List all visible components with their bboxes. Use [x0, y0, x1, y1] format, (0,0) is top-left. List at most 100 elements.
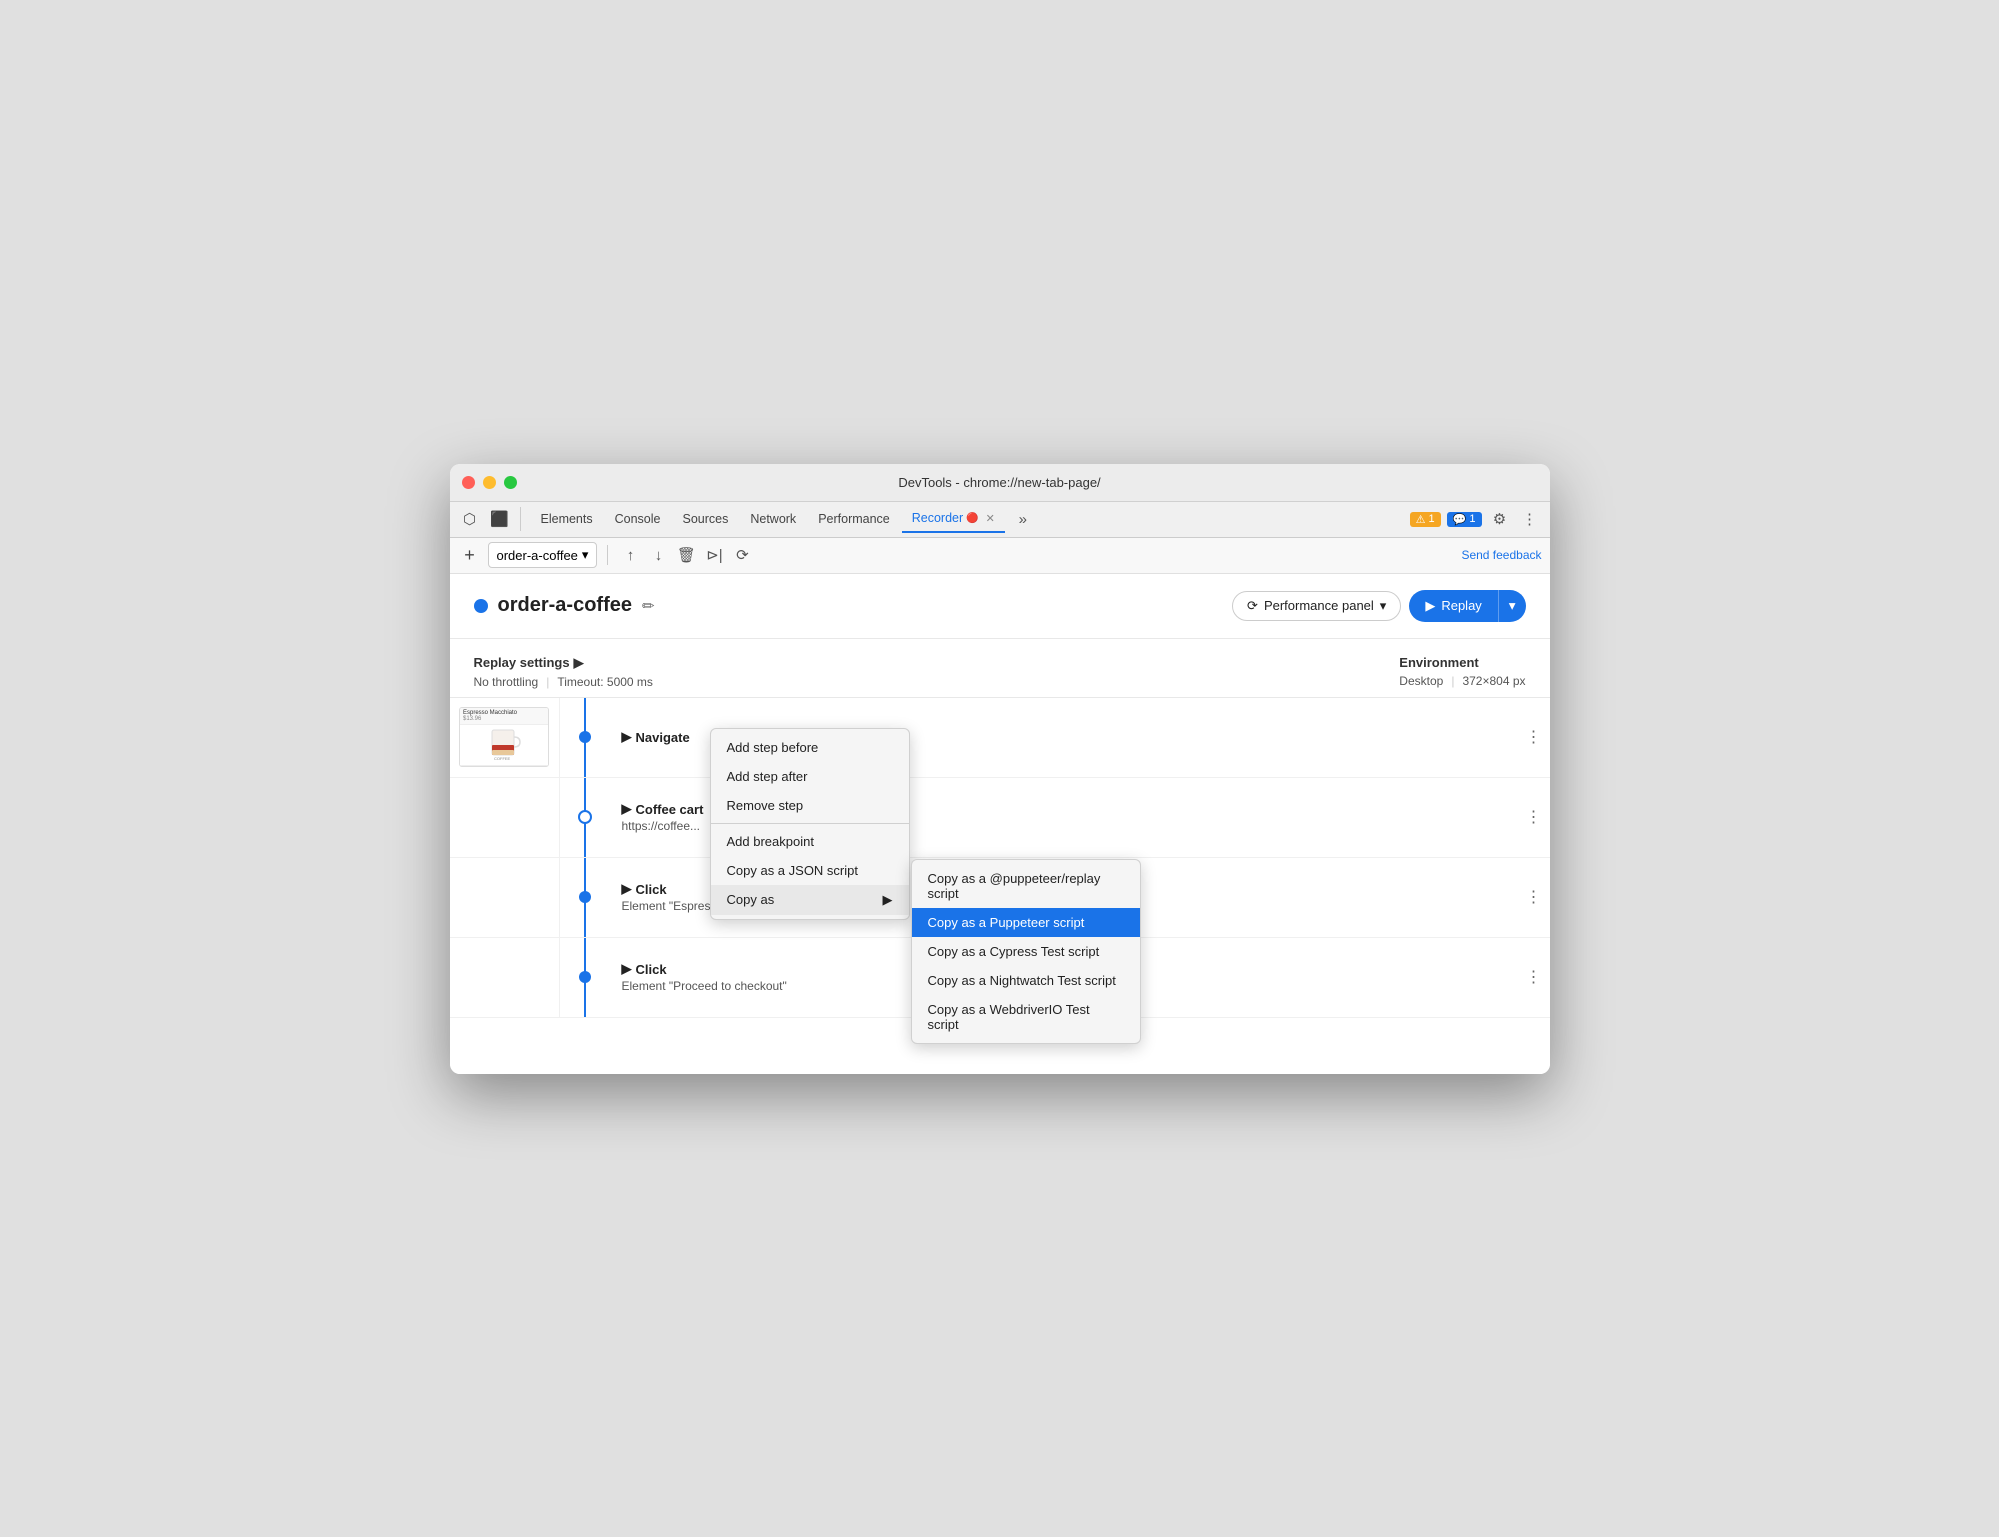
tab-sources[interactable]: Sources	[672, 505, 738, 533]
devtools-window: DevTools - chrome://new-tab-page/ ⬡ ⬛ El…	[450, 464, 1550, 1074]
edit-recording-icon[interactable]: ✏	[642, 597, 655, 615]
ctx-add-breakpoint[interactable]: Add breakpoint	[711, 827, 909, 856]
devtools-tab-icons: ⬡ ⬛	[458, 507, 521, 531]
tab-performance[interactable]: Performance	[808, 505, 900, 533]
more-options-dots-icon: ⋮	[1526, 807, 1544, 827]
dimensions-label: 372×804 px	[1462, 674, 1525, 688]
settings-icon[interactable]: ⚙	[1488, 507, 1512, 531]
toolbar-action-buttons: ↑ ↓ 🗑 ⊳| ⟳	[618, 543, 754, 567]
preview-body: COFFEE	[460, 725, 548, 765]
preview-header-text: Espresso Macchiato$13.96	[460, 708, 548, 725]
replay-play-icon: ▶	[1425, 598, 1435, 614]
tab-recorder[interactable]: Recorder 🔴 ✕	[902, 505, 1005, 533]
ctx-add-step-after[interactable]: Add step after	[711, 762, 909, 791]
close-button[interactable]	[462, 476, 475, 489]
screenshot-thumbnail: Espresso Macchiato$13.96 COFFEE	[459, 707, 549, 767]
replay-button-group: ▶ Replay ▾	[1409, 590, 1525, 622]
message-badge[interactable]: 💬 1	[1447, 512, 1482, 527]
step-expand-icon: ▶	[622, 801, 632, 817]
toolbar-separator	[607, 545, 608, 565]
devtools-tabs-bar: ⬡ ⬛ Elements Console Sources Network Per…	[450, 502, 1550, 538]
ctx-remove-step[interactable]: Remove step	[711, 791, 909, 820]
send-feedback-link[interactable]: Send feedback	[1461, 548, 1541, 562]
step-expand-icon: ▶	[622, 729, 632, 745]
tab-network[interactable]: Network	[740, 505, 806, 533]
recording-header: order-a-coffee ✏ ⟳ Performance panel ▾ ▶…	[450, 574, 1550, 639]
env-separator: |	[1451, 674, 1454, 688]
step-menu-button[interactable]: ⋮	[1520, 938, 1550, 1017]
warning-icon: ⚠	[1416, 513, 1426, 526]
warning-badge[interactable]: ⚠ 1	[1410, 512, 1441, 527]
settings-separator: |	[546, 675, 549, 689]
tabs-right-actions: ⚠ 1 💬 1 ⚙ ⋮	[1410, 507, 1542, 531]
step-menu-button[interactable]: ⋮	[1520, 858, 1550, 937]
step-timeline	[560, 698, 610, 777]
preview-footer: Add to cart	[460, 765, 548, 767]
submenu: Copy as a @puppeteer/replay script Copy …	[911, 859, 1141, 1044]
context-menu: Add step before Add step after Remove st…	[710, 728, 910, 920]
settings-chevron-icon: ▶	[574, 655, 584, 671]
ctx-copy-json[interactable]: Copy as a JSON script	[711, 856, 909, 885]
recording-name-label: order-a-coffee	[497, 548, 578, 563]
replay-dropdown-icon: ▾	[1509, 598, 1516, 613]
step-menu-button[interactable]: ⋮	[1520, 778, 1550, 857]
more-options-dots-icon: ⋮	[1526, 727, 1544, 747]
warning-count: 1	[1429, 513, 1435, 525]
message-count: 1	[1469, 513, 1475, 525]
timeline-dot	[579, 971, 591, 983]
replay-button[interactable]: ▶ Replay	[1409, 590, 1497, 622]
add-recording-button[interactable]: +	[458, 543, 482, 567]
maximize-button[interactable]	[504, 476, 517, 489]
submenu-nightwatch[interactable]: Copy as a Nightwatch Test script	[912, 966, 1140, 995]
slow-replay-button[interactable]: ⟳	[730, 543, 754, 567]
timeline-dot	[579, 891, 591, 903]
main-content: order-a-coffee ✏ ⟳ Performance panel ▾ ▶…	[450, 574, 1550, 1074]
import-button[interactable]: ↓	[646, 543, 670, 567]
environment-title: Environment	[1399, 655, 1525, 670]
step-preview-empty	[450, 858, 560, 937]
submenu-cypress[interactable]: Copy as a Cypress Test script	[912, 937, 1140, 966]
step-expand-icon: ▶	[622, 961, 632, 977]
replay-settings-title[interactable]: Replay settings ▶	[474, 655, 1360, 671]
play-step-button[interactable]: ⊳|	[702, 543, 726, 567]
timeline-dot	[579, 731, 591, 743]
step-row: ▶ Coffee cart https://coffee... ⋮	[450, 778, 1550, 858]
tab-close-icon[interactable]: ✕	[986, 512, 995, 525]
traffic-lights	[462, 476, 517, 489]
recording-selector[interactable]: order-a-coffee ▾	[488, 542, 598, 568]
step-preview: Espresso Macchiato$13.96 COFFEE	[450, 698, 560, 777]
dock-icon[interactable]: ⬛	[488, 507, 512, 531]
recorder-toolbar: + order-a-coffee ▾ ↑ ↓ 🗑 ⊳| ⟳ Send feedb…	[450, 538, 1550, 574]
performance-panel-button[interactable]: ⟳ Performance panel ▾	[1232, 591, 1401, 621]
delete-button[interactable]: 🗑	[674, 543, 698, 567]
step-timeline	[560, 858, 610, 937]
minimize-button[interactable]	[483, 476, 496, 489]
tab-elements[interactable]: Elements	[531, 505, 603, 533]
replay-settings: Replay settings ▶ No throttling | Timeou…	[474, 655, 1360, 689]
steps-area: Espresso Macchiato$13.96 COFFEE	[450, 698, 1550, 1018]
step-row: Espresso Macchiato$13.96 COFFEE	[450, 698, 1550, 778]
timeline-dot-outline	[578, 810, 592, 824]
device-label: Desktop	[1399, 674, 1443, 688]
ctx-copy-as[interactable]: Copy as ▶	[711, 885, 909, 915]
submenu-puppeteer-script[interactable]: Copy as a Puppeteer script	[912, 908, 1140, 937]
recording-actions: ⟳ Performance panel ▾ ▶ Replay ▾	[1232, 590, 1525, 622]
tab-console[interactable]: Console	[605, 505, 671, 533]
window-title: DevTools - chrome://new-tab-page/	[898, 475, 1100, 490]
cursor-icon[interactable]: ⬡	[458, 507, 482, 531]
environment-detail: Desktop | 372×804 px	[1399, 674, 1525, 688]
export-button[interactable]: ↑	[618, 543, 642, 567]
submenu-puppeteer-replay[interactable]: Copy as a @puppeteer/replay script	[912, 864, 1140, 908]
timeout-label: Timeout: 5000 ms	[557, 675, 653, 689]
more-options-dots-icon: ⋮	[1526, 967, 1544, 987]
ctx-add-step-before[interactable]: Add step before	[711, 733, 909, 762]
perf-panel-icon: ⟳	[1247, 598, 1258, 614]
replay-dropdown-button[interactable]: ▾	[1498, 590, 1526, 622]
more-options-icon[interactable]: ⋮	[1518, 507, 1542, 531]
ctx-separator-1	[711, 823, 909, 824]
submenu-webdriverio[interactable]: Copy as a WebdriverIO Test script	[912, 995, 1140, 1039]
step-menu-button[interactable]: ⋮	[1520, 698, 1550, 777]
more-options-dots-icon: ⋮	[1526, 887, 1544, 907]
more-tabs-icon[interactable]: »	[1011, 507, 1035, 531]
recording-status-dot	[474, 599, 488, 613]
